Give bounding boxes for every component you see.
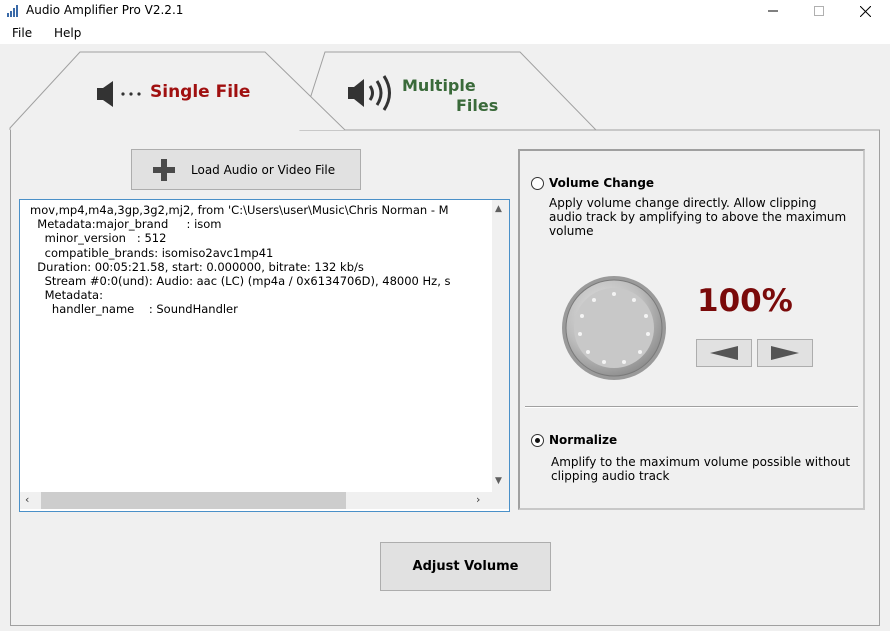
file-info-line: compatible_brands: isomiso2avc1mp41 [30, 245, 274, 260]
scroll-right-icon[interactable]: › [476, 493, 480, 506]
scrollbar-corner [492, 492, 509, 509]
title-bar: Audio Amplifier Pro V2.2.1 [0, 0, 890, 22]
tab-multiple-files-label-line2: Files [456, 96, 499, 115]
load-file-button[interactable]: Load Audio or Video File [131, 149, 361, 190]
minimize-icon [768, 10, 778, 12]
file-info-line: Metadata: [30, 288, 103, 303]
file-info-textbox[interactable]: mov,mp4,m4a,3gp,3g2,mj2, from 'C:\Users\… [19, 199, 510, 512]
load-file-button-label: Load Audio or Video File [191, 163, 336, 177]
menu-file[interactable]: File [12, 26, 32, 40]
scroll-up-icon[interactable]: ▲ [495, 204, 502, 214]
scroll-left-icon[interactable]: ‹ [25, 493, 29, 506]
normalize-radio[interactable] [531, 434, 544, 447]
maximize-icon [814, 6, 824, 16]
adjust-volume-button-label: Adjust Volume [412, 559, 519, 574]
volume-knob-icon[interactable] [560, 274, 670, 384]
arrow-left-icon [710, 346, 738, 360]
close-icon [859, 5, 871, 17]
volume-decrease-button[interactable] [696, 339, 752, 367]
speaker-icon [97, 81, 141, 107]
speaker-loud-icon [348, 75, 391, 111]
file-info-line: Duration: 00:05:21.58, start: 0.000000, … [30, 259, 364, 274]
normalize-description: Amplify to the maximum volume possible w… [551, 455, 851, 483]
tab-multiple-files-label-line1: Multiple [402, 76, 476, 95]
window-title: Audio Amplifier Pro V2.2.1 [26, 3, 184, 17]
tab-single-file-label: Single File [150, 82, 251, 102]
volume-increase-button[interactable] [757, 339, 813, 367]
maximize-button[interactable] [796, 0, 842, 22]
file-info-line: mov,mp4,m4a,3gp,3g2,mj2, from 'C:\Users\… [30, 203, 449, 217]
volume-percent: 100% [697, 283, 793, 319]
file-info-line: minor_version : 512 [30, 231, 167, 246]
file-info-text: mov,mp4,m4a,3gp,3g2,mj2, from 'C:\Users\… [30, 203, 490, 488]
volume-change-description: Apply volume change directly. Allow clip… [549, 196, 847, 238]
adjust-volume-button[interactable]: Adjust Volume [380, 542, 551, 591]
file-info-line: Metadata:major_brand : isom [30, 217, 222, 232]
vertical-scrollbar[interactable]: ▲ ▼ [492, 200, 509, 492]
horizontal-scroll-thumb[interactable] [41, 492, 346, 509]
options-separator [525, 406, 858, 408]
menu-bar: File Help [0, 22, 890, 44]
menu-help[interactable]: Help [54, 26, 81, 40]
minimize-button[interactable] [750, 0, 796, 22]
volume-change-radio[interactable] [531, 177, 544, 190]
file-info-line: Stream #0:0(und): Audio: aac (LC) (mp4a … [30, 274, 451, 289]
normalize-label[interactable]: Normalize [549, 433, 617, 447]
arrow-right-icon [771, 346, 799, 360]
app-icon [7, 5, 18, 17]
file-info-line: handler_name : SoundHandler [30, 302, 238, 317]
volume-change-label[interactable]: Volume Change [549, 176, 654, 190]
scroll-down-icon[interactable]: ▼ [495, 476, 502, 486]
plus-icon [153, 159, 175, 181]
close-button[interactable] [842, 0, 888, 22]
horizontal-scrollbar[interactable]: ‹ › [20, 492, 492, 509]
